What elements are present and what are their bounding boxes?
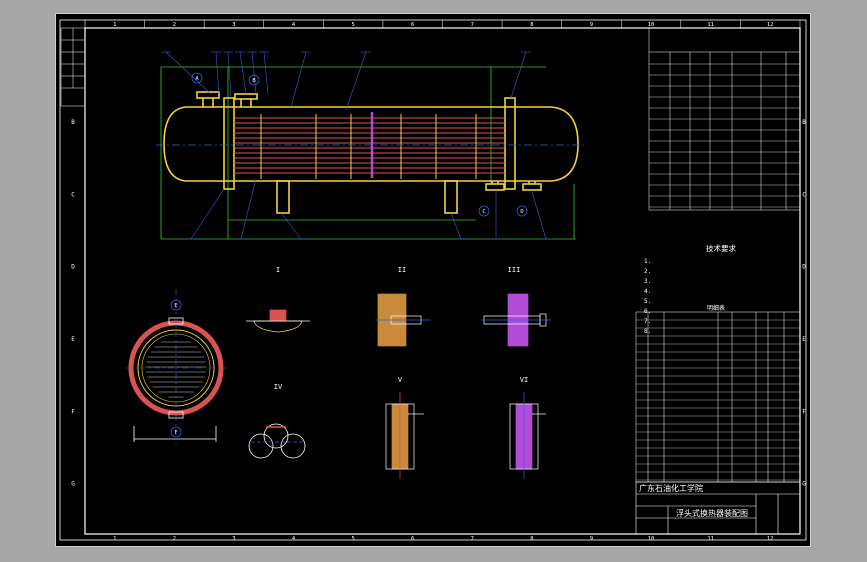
drawing-name: 浮头式换热器装配图 <box>676 508 748 518</box>
note-item: 2. <box>644 268 651 275</box>
parts-list-table <box>635 311 801 483</box>
top-zone-labels: 1 2 3 4 5 6 7 8 9 10 11 12 <box>113 20 801 28</box>
row-letter-right: E <box>802 336 806 343</box>
detail-view-label: II <box>398 266 406 274</box>
zone-number-top: 12 <box>767 22 774 28</box>
zone-number-bottom: 8 <box>530 536 533 542</box>
zone-number-bottom: 10 <box>648 536 655 542</box>
parts-list-rows <box>636 319 800 481</box>
zone-number-top: 4 <box>292 22 296 28</box>
row-letter-left: B <box>71 119 75 126</box>
tube-bundle <box>234 117 505 174</box>
zone-number-bottom: 3 <box>232 536 235 542</box>
filing-strip <box>60 27 86 107</box>
nozzle-mark-label: A <box>195 76 199 82</box>
zone-number-bottom: 7 <box>471 536 474 542</box>
technical-requirements: 1. 2. 3. 4. 5. 6. 7. 8. <box>644 258 651 335</box>
detail-view-2 <box>376 293 431 347</box>
note-item: 6. <box>644 308 651 315</box>
assembly-drawing: 1 2 3 4 5 6 7 8 9 10 11 12 1 2 3 4 5 6 7 8 9 10 11 12 BCDEFG B… <box>59 19 807 542</box>
bottom-zone-labels: 1 2 3 4 5 6 7 8 9 10 11 12 <box>113 536 773 542</box>
zone-number-top: 10 <box>648 22 655 28</box>
nozzle-mark-label: C <box>482 209 485 215</box>
zone-number-bottom: 12 <box>767 536 774 542</box>
note-item: 8. <box>644 328 651 335</box>
end-view <box>126 289 228 444</box>
row-letter-right: F <box>802 408 806 415</box>
zone-number-bottom: 9 <box>590 536 593 542</box>
note-item: 3. <box>644 278 651 285</box>
row-letter-left: G <box>71 481 75 488</box>
zone-number-bottom: 6 <box>411 536 414 542</box>
zone-number-bottom: 1 <box>113 536 116 542</box>
note-item: 5. <box>644 298 651 305</box>
notes-heading: 技术要求 <box>706 243 736 253</box>
zone-number-bottom: 5 <box>351 536 354 542</box>
zone-number-bottom: 11 <box>707 536 714 542</box>
detail-view-6 <box>509 392 546 479</box>
drawing-sheet: 1 2 3 4 5 6 7 8 9 10 11 12 1 2 3 4 5 6 7 8 9 10 11 12 BCDEFG B… <box>55 13 811 547</box>
school-name: 广东石油化工学院 <box>639 483 703 493</box>
zone-number-bottom: 2 <box>173 536 176 542</box>
tie-rods <box>260 114 477 179</box>
zone-number-bottom: 4 <box>292 536 296 542</box>
zone-number-top: 1 <box>113 22 116 28</box>
detail-view-label: VI <box>520 376 528 384</box>
detail-view-3 <box>481 293 551 347</box>
detail-view-5 <box>385 392 424 479</box>
detail-view-label: V <box>398 376 403 384</box>
nozzle-mark-label: B <box>252 78 256 84</box>
note-item: 7. <box>644 318 651 325</box>
row-letter-right: D <box>802 264 806 271</box>
parts-table-caption: 明细表 <box>707 304 725 312</box>
zone-number-top: 8 <box>530 22 533 28</box>
zone-number-top: 7 <box>471 22 474 28</box>
row-letter-left: D <box>71 264 75 271</box>
zone-number-top: 9 <box>590 22 593 28</box>
design-data-rows <box>649 63 800 208</box>
detail-view-4 <box>248 423 306 459</box>
nozzle-mark-label: D <box>520 209 523 215</box>
note-item: 4. <box>644 288 651 295</box>
row-letter-right: B <box>802 119 806 126</box>
zone-number-top: 3 <box>232 22 235 28</box>
detail-view-label: IV <box>274 383 283 391</box>
detail-view-label: III <box>508 266 521 274</box>
row-letter-left: F <box>71 408 75 415</box>
row-letter-right: G <box>802 481 806 488</box>
row-letter-left: C <box>71 191 75 198</box>
outer-border <box>59 19 807 541</box>
zone-number-top: 5 <box>351 22 354 28</box>
left-row-labels: B C D E F G <box>71 119 75 487</box>
zone-number-top: 6 <box>411 22 414 28</box>
detail-view-label: I <box>276 266 280 274</box>
detail-view-1 <box>246 309 310 333</box>
note-item: 1. <box>644 258 651 265</box>
zone-number-top: 2 <box>173 22 176 28</box>
inner-border <box>84 27 801 535</box>
zone-number-top: 11 <box>707 22 714 28</box>
row-letter-left: E <box>71 336 75 343</box>
right-row-labels: B C D E F G <box>802 119 806 487</box>
row-letter-right: C <box>802 191 806 198</box>
